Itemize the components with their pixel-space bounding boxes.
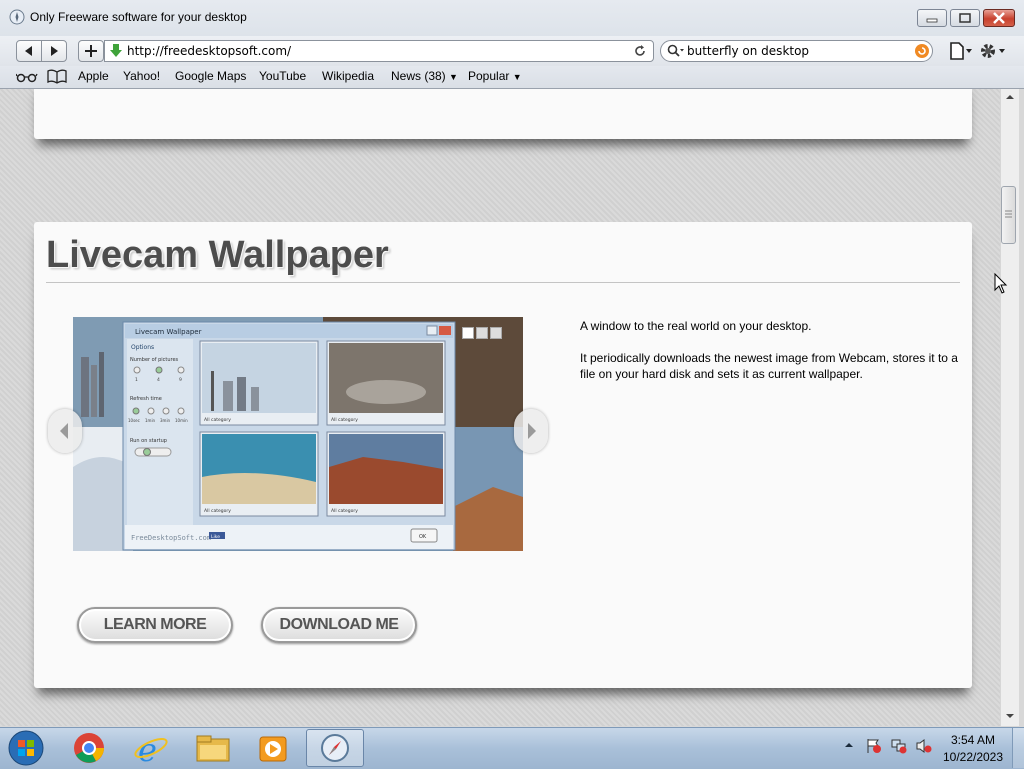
taskbar-safari-active[interactable] [306, 729, 364, 767]
app-ok-label: OK [419, 534, 427, 540]
bookmark-google-maps[interactable]: Google Maps [175, 69, 246, 83]
slider-next-button[interactable] [514, 409, 548, 453]
chrome-icon[interactable] [60, 729, 118, 767]
plus-icon [85, 45, 97, 57]
tile-category-3: All category [204, 508, 231, 514]
address-bar[interactable]: http://freedesktopsoft.com/ [104, 40, 654, 62]
page-content: Livecam Wallpaper Livecam Wallpaper Opti… [0, 89, 1000, 726]
app-options-header: Options [131, 344, 154, 351]
product-heading: Livecam Wallpaper [46, 234, 389, 276]
close-icon [993, 12, 1005, 24]
scroll-down-arrow-icon[interactable] [1005, 712, 1015, 720]
download-arrow-icon [110, 44, 122, 57]
network-icon[interactable] [891, 738, 907, 754]
scroll-up-arrow-icon[interactable] [1005, 93, 1015, 101]
app-refresh-label: Refresh time [130, 396, 162, 402]
slider-prev-button[interactable] [48, 409, 82, 453]
app-footer-brand: FreeDesktopSoft.com [131, 534, 211, 542]
close-button[interactable] [983, 9, 1015, 27]
slider-dot-1[interactable] [462, 327, 474, 339]
file-explorer-icon[interactable] [184, 729, 242, 767]
app-num-option-9: 9 [179, 377, 182, 383]
app-refresh-option-1min: 1min [145, 418, 156, 423]
safari-compass-icon [321, 734, 349, 762]
product-tagline: A window to the real world on your deskt… [580, 319, 812, 333]
restore-icon [959, 13, 971, 23]
back-arrow-icon [25, 46, 32, 56]
bookmark-apple[interactable]: Apple [78, 69, 109, 83]
heading-divider [46, 282, 960, 283]
clock-date[interactable]: 10/22/2023 [940, 750, 1006, 764]
back-button[interactable] [16, 40, 42, 62]
app-num-pictures-label: Number of pictures [130, 357, 179, 363]
grip-icon [1005, 210, 1012, 218]
chevron-down-icon: ▼ [512, 72, 522, 82]
app-refresh-option-10sec: 10sec [128, 418, 140, 423]
bookmark-wikipedia[interactable]: Wikipedia [322, 69, 374, 83]
clear-search-icon[interactable] [914, 43, 930, 59]
tile-category-4: All category [331, 508, 358, 514]
app-num-option-1: 1 [135, 377, 138, 383]
bookmark-yahoo[interactable]: Yahoo! [123, 69, 160, 83]
reading-list-glasses-icon[interactable] [16, 70, 38, 84]
minimize-button[interactable] [917, 9, 947, 27]
show-desktop-button[interactable] [1012, 728, 1024, 768]
add-bookmark-button[interactable] [78, 40, 104, 62]
product-screenshot-slider[interactable]: Livecam Wallpaper Options Number of pict… [73, 317, 523, 551]
tile-category-1: All category [204, 417, 231, 423]
app-refresh-option-10min: 10min [175, 418, 188, 423]
search-input[interactable]: butterfly on desktop [660, 40, 933, 62]
bookmark-news-label: News (38) [391, 69, 446, 83]
bookmark-popular-label: Popular [468, 69, 510, 83]
download-button[interactable]: DOWNLOAD ME [261, 607, 417, 643]
media-player-icon[interactable] [244, 729, 302, 767]
product-screenshot: Livecam Wallpaper Options Number of pict… [73, 317, 523, 551]
settings-gear-icon[interactable] [978, 41, 1008, 61]
app-like-label: Like [211, 534, 220, 540]
forward-button[interactable] [41, 40, 67, 62]
action-center-flag-icon[interactable] [866, 738, 882, 754]
previous-product-card [34, 89, 972, 139]
search-icon [667, 44, 684, 57]
product-card: Livecam Wallpaper Livecam Wallpaper Opti… [34, 222, 972, 688]
clock-time[interactable]: 3:54 AM [950, 733, 996, 747]
reload-icon[interactable] [633, 44, 647, 58]
volume-muted-icon[interactable] [915, 738, 933, 754]
forward-arrow-icon [51, 46, 58, 56]
bookmark-popular[interactable]: Popular ▼ [468, 69, 522, 83]
app-run-startup-label: Run on startup [130, 438, 167, 444]
internet-explorer-icon[interactable]: e [122, 729, 180, 767]
safari-icon [9, 9, 25, 25]
vertical-scrollbar[interactable] [1000, 89, 1019, 726]
slider-dot-3[interactable] [490, 327, 502, 339]
windows-start-icon[interactable] [6, 729, 46, 767]
maximize-button[interactable] [950, 9, 980, 27]
window-title: Only Freeware software for your desktop [30, 10, 247, 24]
chevron-right-icon [528, 423, 536, 439]
search-query: butterfly on desktop [687, 44, 810, 58]
scrollbar-thumb[interactable] [1001, 186, 1016, 244]
page-menu-icon[interactable] [948, 42, 974, 60]
minimize-icon [926, 18, 938, 23]
app-num-option-4: 4 [157, 377, 160, 383]
bookmark-news[interactable]: News (38) ▼ [391, 69, 458, 83]
slider-dot-2[interactable] [476, 327, 488, 339]
bookmarks-book-icon[interactable] [47, 69, 67, 84]
tile-category-2: All category [331, 417, 358, 423]
chevron-left-icon [60, 423, 68, 439]
bookmark-youtube[interactable]: YouTube [259, 69, 306, 83]
product-description: It periodically downloads the newest ima… [580, 351, 958, 381]
url-text: http://freedesktopsoft.com/ [127, 44, 292, 58]
app-refresh-option-3min: 3min [160, 418, 171, 423]
svg-text:e: e [138, 731, 157, 767]
chevron-down-icon: ▼ [449, 72, 458, 82]
learn-more-button[interactable]: LEARN MORE [77, 607, 233, 643]
show-hidden-icons-icon[interactable] [844, 740, 854, 750]
app-window-title: Livecam Wallpaper [135, 328, 202, 336]
mouse-cursor-icon [994, 273, 1008, 294]
